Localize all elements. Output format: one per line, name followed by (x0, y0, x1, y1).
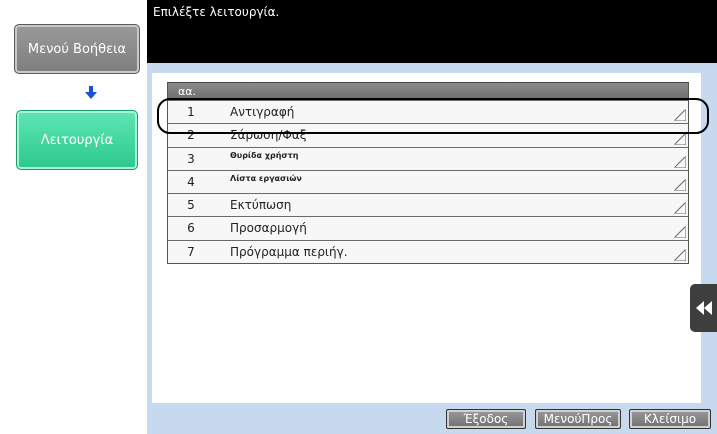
corner-triangle-icon (674, 132, 686, 145)
arrow-down-icon (85, 86, 97, 99)
corner-triangle-icon (674, 155, 686, 168)
list-item-label: Πρόγραμμα περιήγ. (230, 244, 348, 259)
corner-triangle-icon (674, 202, 686, 215)
help-menu-button[interactable]: Μενού Βοήθεια (14, 24, 140, 74)
list-item-number: 6 (187, 221, 195, 236)
list-item-label: Θυρίδα χρήστη (230, 150, 299, 160)
list-item-label: Προσαρμογή (230, 221, 307, 236)
list-item-label: Εκτύπωση (230, 198, 292, 213)
screen: Μενού Βοήθεια Λειτουργία Επιλέξτε λειτου… (0, 0, 717, 434)
function-button[interactable]: Λειτουργία (16, 110, 138, 170)
list-item-number: 7 (187, 244, 195, 259)
function-label: Λειτουργία (40, 133, 114, 148)
selection-highlight (157, 98, 709, 134)
side-panel-tab[interactable] (690, 284, 717, 332)
menu-label: ΜενούΠρος (543, 412, 613, 426)
help-menu-label: Μενού Βοήθεια (27, 41, 127, 57)
list-item-number: 3 (187, 151, 195, 166)
exit-label: Έξοδος (463, 412, 509, 426)
header-bar: Επιλέξτε λειτουργία. (147, 0, 717, 63)
corner-triangle-icon (674, 225, 686, 238)
list-item[interactable]: 6 Προσαρμογή (168, 216, 688, 240)
list-item[interactable]: 5 Εκτύπωση (168, 193, 688, 217)
list-item-number: 5 (187, 198, 195, 213)
list-item-label: Λίστα εργασιών (230, 173, 302, 183)
close-button[interactable]: Κλείσιμο (629, 409, 711, 429)
menu-button[interactable]: ΜενούΠρος (535, 409, 621, 429)
header-prompt: Επιλέξτε λειτουργία. (153, 5, 280, 19)
corner-triangle-icon (674, 179, 686, 192)
list-item[interactable]: 4 Λίστα εργασιών (168, 169, 688, 194)
corner-triangle-icon (674, 249, 686, 262)
left-panel: Μενού Βοήθεια Λειτουργία (0, 0, 147, 434)
exit-button[interactable]: Έξοδος (446, 409, 526, 429)
double-chevron-left-icon (695, 301, 712, 315)
list-item-number: 4 (187, 174, 195, 189)
close-label: Κλείσιμο (643, 412, 697, 426)
list-item[interactable]: 7 Πρόγραμμα περιήγ. (168, 239, 688, 264)
list-item[interactable]: 3 Θυρίδα χρήστη (168, 146, 688, 170)
